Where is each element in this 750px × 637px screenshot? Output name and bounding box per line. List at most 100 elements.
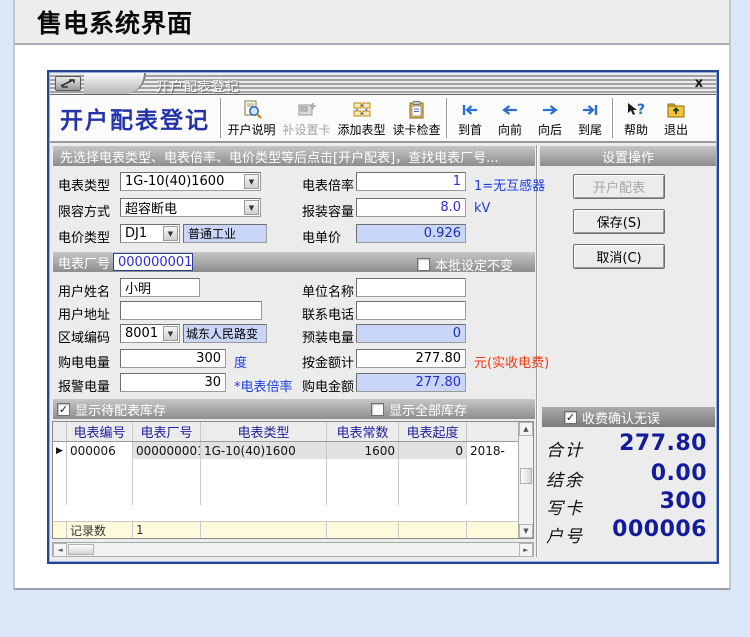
capacity-label: 报装容量 — [302, 201, 354, 220]
save-button[interactable]: 保存(S) — [573, 209, 665, 234]
record-count-value: 1 — [133, 522, 201, 538]
assign-meter-label: 开户配表 — [593, 177, 645, 196]
purchase-amt-label: 购电金额 — [302, 376, 354, 395]
header-meter-no[interactable]: 电表编号 — [67, 422, 133, 441]
purchase-qty-field[interactable]: 300 — [120, 349, 226, 368]
show-pending-stock-option[interactable]: ✓ 显示待配表库存 — [57, 400, 166, 419]
factory-field[interactable]: 0000000010 — [113, 253, 193, 271]
add-meter-type-button[interactable]: 添加表型 — [334, 96, 389, 140]
dropdown-icon[interactable]: ▼ — [163, 226, 178, 241]
meter-type-select[interactable]: 1G-10(40)1600 ▼ — [120, 172, 261, 191]
show-all-stock-option[interactable]: 显示全部库存 — [371, 400, 467, 419]
dialog-titlebar: 开户配表登记 x — [50, 73, 716, 95]
dialog-title: 开户配表登记 — [156, 76, 240, 95]
header-factory-no[interactable]: 电表厂号 — [133, 422, 201, 441]
dropdown-icon[interactable]: ▼ — [163, 326, 178, 341]
toolbar-button-label: 向前 — [498, 121, 522, 138]
cancel-label: 取消(C) — [596, 247, 641, 266]
open-instructions-button[interactable]: 开户说明 — [224, 96, 279, 140]
scroll-up-icon[interactable]: ▲ — [519, 422, 533, 436]
last-record-icon — [580, 99, 600, 121]
header-extra — [467, 422, 519, 441]
toolbar-button-label: 读卡检查 — [392, 121, 440, 138]
purchase-qty-value: 300 — [196, 351, 221, 366]
phone-label: 联系电话 — [302, 304, 354, 323]
toolbar-button-label: 向后 — [538, 121, 562, 138]
scroll-down-icon[interactable]: ▼ — [519, 524, 533, 538]
goto-first-button[interactable]: 到首 — [450, 96, 490, 140]
by-amount-field[interactable]: 277.80 — [356, 349, 466, 368]
alarm-qty-field[interactable]: 30 — [120, 373, 226, 392]
show-pending-stock-label: 显示待配表库存 — [75, 400, 166, 419]
dropdown-icon[interactable]: ▼ — [244, 200, 259, 215]
table-footer-row: 记录数 1 — [53, 521, 519, 538]
table-vertical-scrollbar[interactable]: ▲ ▼ — [518, 422, 533, 538]
toolbar-button-label: 帮助 — [624, 121, 648, 138]
scroll-left-icon[interactable]: ◄ — [53, 543, 67, 557]
supplement-card-button[interactable]: 补设置卡 — [279, 96, 334, 140]
assign-meter-button[interactable]: 开户配表 — [573, 174, 665, 199]
purchase-qty-unit: 度 — [234, 352, 247, 371]
next-record-button[interactable]: 向后 — [530, 96, 570, 140]
area-code-select[interactable]: 8001 ▼ — [120, 324, 180, 343]
horizontal-scroll-thumb[interactable] — [68, 544, 94, 555]
exit-button[interactable]: 退出 — [656, 96, 696, 140]
capacity-unit: kV — [474, 201, 490, 216]
price-type-select[interactable]: DJ1 ▼ — [120, 224, 180, 243]
fee-confirm-option[interactable]: ✓ 收费确认无误 — [564, 408, 660, 427]
phone-field[interactable] — [356, 301, 466, 320]
titlebar-swoosh — [84, 73, 146, 94]
toolbar-brand: 开户配表登记 — [50, 101, 218, 135]
price-type-value: DJ1 — [125, 226, 147, 241]
toolbar: 开户配表登记 开户说明 补设置卡 添加表型 — [50, 95, 716, 143]
total-value: 277.80 — [619, 431, 707, 456]
cell-start: 0 — [399, 442, 467, 459]
cell-date: 2018- — [467, 442, 519, 459]
limit-mode-select[interactable]: 超容断电 ▼ — [120, 198, 261, 217]
fee-confirm-checkbox[interactable]: ✓ — [564, 411, 577, 424]
table-row[interactable]: ▶ 000006 0000000010 1G-10(40)1600 1600 0… — [53, 442, 519, 459]
batch-keep-option[interactable]: 本批设定不变 — [417, 255, 513, 274]
dropdown-icon[interactable]: ▼ — [244, 174, 259, 189]
header-start[interactable]: 电表起度 — [399, 422, 467, 441]
page-header: 售电系统界面 — [15, 0, 729, 45]
cell-factory-no: 0000000010 — [133, 442, 201, 459]
help-icon: ? — [625, 99, 647, 121]
cancel-button[interactable]: 取消(C) — [573, 244, 665, 269]
header-meter-type[interactable]: 电表类型 — [201, 422, 327, 441]
capacity-field[interactable]: 8.0 — [356, 198, 466, 217]
show-pending-stock-checkbox[interactable]: ✓ — [57, 403, 70, 416]
toolbar-button-label: 开户说明 — [227, 121, 275, 138]
meter-type-value: 1G-10(40)1600 — [125, 174, 224, 189]
toolbar-button-label: 退出 — [664, 121, 688, 138]
table-horizontal-scrollbar[interactable]: ◄ ► — [52, 542, 534, 557]
purchase-amt-field: 277.80 — [356, 373, 466, 392]
table-header-row: 电表编号 电表厂号 电表类型 电表常数 电表起度 — [53, 422, 519, 442]
show-all-stock-checkbox[interactable] — [371, 403, 384, 416]
page-card: 售电系统界面 开户配表登记 x 开户配表登记 开户说明 — [13, 0, 731, 590]
prev-record-button[interactable]: 向前 — [490, 96, 530, 140]
help-button[interactable]: ? 帮助 — [616, 96, 656, 140]
by-amount-label: 按金额计 — [302, 352, 354, 371]
price-type-label: 电价类型 — [58, 227, 110, 246]
user-name-field[interactable]: 小明 — [120, 278, 200, 297]
write-card-value: 300 — [660, 489, 707, 514]
batch-keep-checkbox[interactable] — [417, 258, 430, 271]
factory-value: 0000000010 — [118, 255, 193, 270]
vertical-scroll-thumb[interactable] — [520, 468, 532, 484]
toolbar-button-label: 补设置卡 — [282, 121, 330, 138]
exit-folder-icon — [666, 99, 686, 121]
read-card-check-button[interactable]: 读卡检查 — [389, 96, 444, 140]
scroll-right-icon[interactable]: ► — [519, 543, 533, 557]
header-constant[interactable]: 电表常数 — [327, 422, 399, 441]
meter-ratio-field[interactable]: 1 — [356, 172, 466, 191]
address-field[interactable] — [120, 301, 262, 320]
close-icon[interactable]: x — [690, 75, 708, 92]
toolbar-separator — [612, 98, 614, 138]
price-type-name: 普通工业 — [188, 225, 236, 242]
goto-last-button[interactable]: 到尾 — [570, 96, 610, 140]
header-indicator-cell — [53, 422, 67, 441]
preload-field: 0 — [356, 324, 466, 343]
instruction-bar: 先选择电表类型、电表倍率、电价类型等后点击[开户配表]，查找电表厂号... — [53, 146, 535, 166]
org-name-field[interactable] — [356, 278, 466, 297]
